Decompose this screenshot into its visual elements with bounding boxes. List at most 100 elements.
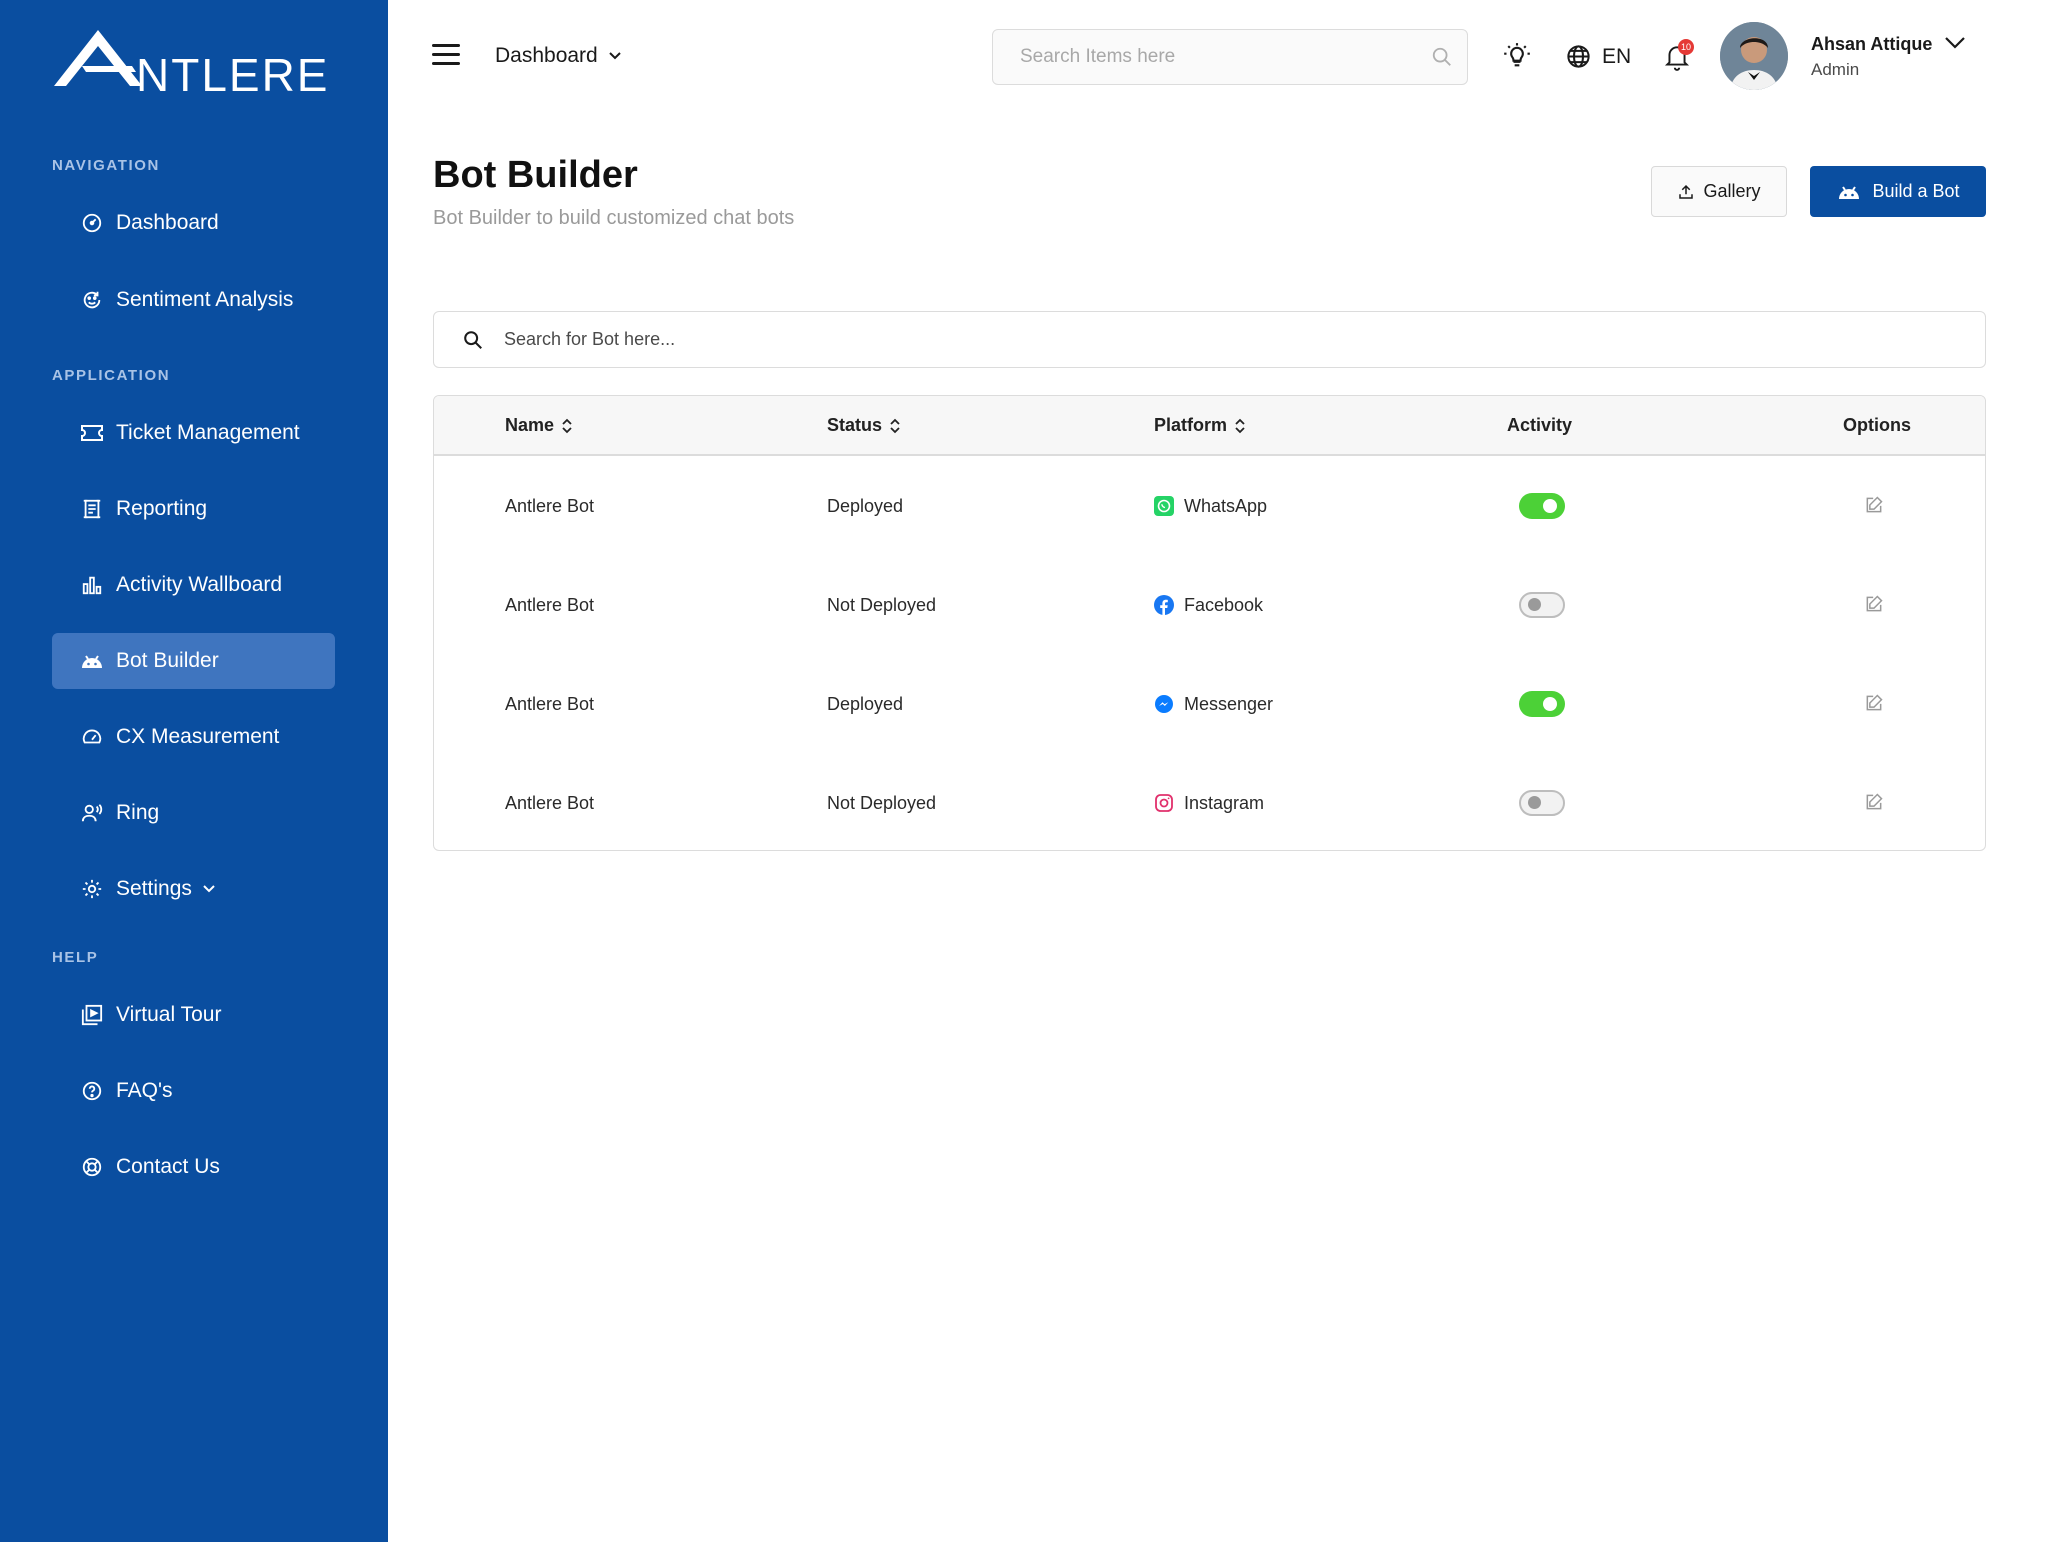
bot-status: Deployed: [827, 693, 904, 714]
table-row: Antlere Bot Deployed Messenger: [434, 655, 1985, 753]
smiley-refresh-icon: [80, 288, 104, 312]
activity-toggle[interactable]: [1519, 592, 1565, 618]
table-row: Antlere Bot Not Deployed Instagram: [434, 754, 1985, 850]
header-search-input[interactable]: [993, 30, 1467, 84]
bot-icon: [1836, 183, 1862, 201]
ticket-icon: [80, 421, 104, 445]
avatar[interactable]: [1720, 22, 1788, 90]
column-header-label: Name: [505, 415, 555, 435]
gallery-button[interactable]: Gallery: [1651, 166, 1787, 217]
gear-icon: [80, 877, 104, 901]
bar-chart-icon: [80, 573, 104, 597]
sidebar-item-activity-wallboard[interactable]: Activity Wallboard: [52, 557, 335, 613]
activity-toggle[interactable]: [1519, 790, 1565, 816]
sidebar-item-label: Dashboard: [116, 211, 219, 234]
column-header-label: Activity: [1507, 415, 1573, 435]
language-label: EN: [1602, 44, 1632, 68]
gallery-button-label: Gallery: [1703, 181, 1761, 201]
sidebar-item-label: CX Measurement: [116, 725, 280, 748]
bot-platform: Messenger: [1154, 655, 1273, 753]
sidebar-item-ticket-management[interactable]: Ticket Management: [52, 405, 335, 461]
lifebuoy-icon: [80, 1155, 104, 1179]
sidebar-item-label: Ticket Management: [116, 421, 300, 444]
play-icon: [80, 1003, 104, 1027]
column-header-label: Options: [1843, 415, 1911, 435]
sort-icon[interactable]: [1235, 418, 1245, 434]
edit-icon[interactable]: [1864, 693, 1884, 718]
sidebar-item-label: Contact Us: [116, 1155, 220, 1178]
page-title: Bot Builder: [433, 154, 638, 196]
chevron-down-icon: [608, 51, 622, 61]
bot-search-input[interactable]: [504, 312, 1964, 367]
sidebar-item-faqs[interactable]: FAQ's: [52, 1063, 335, 1119]
instagram-icon: [1154, 793, 1174, 813]
build-a-bot-button-label: Build a Bot: [1872, 181, 1960, 201]
sidebar-item-settings[interactable]: Settings: [52, 861, 335, 917]
table-row: Antlere Bot Deployed WhatsApp: [434, 457, 1985, 555]
bots-table: Name Status Platform Activity Options An…: [433, 395, 1986, 851]
table-row: Antlere Bot Not Deployed Facebook: [434, 556, 1985, 654]
sort-icon[interactable]: [562, 418, 572, 434]
logo-text: NTLERE: [136, 49, 330, 101]
activity-toggle[interactable]: [1519, 691, 1565, 717]
sidebar-item-cx-measurement[interactable]: CX Measurement: [52, 709, 335, 765]
column-header-name[interactable]: Name: [505, 415, 572, 436]
sidebar-item-label: Sentiment Analysis: [116, 288, 294, 311]
user-name: Ahsan Attique: [1811, 34, 1933, 54]
sidebar-item-ring[interactable]: Ring: [52, 785, 335, 841]
dashboard-dropdown[interactable]: Dashboard: [495, 44, 622, 68]
question-icon: [80, 1079, 104, 1103]
notifications-button[interactable]: 10: [1664, 39, 1694, 71]
upload-icon: [1677, 183, 1695, 201]
bot-status: Not Deployed: [827, 594, 937, 615]
edit-icon[interactable]: [1864, 495, 1884, 520]
edit-icon[interactable]: [1864, 792, 1884, 817]
edit-icon[interactable]: [1864, 594, 1884, 619]
sidebar-item-dashboard[interactable]: Dashboard: [52, 195, 335, 251]
platform-label: Instagram: [1184, 792, 1265, 813]
antlere-logo[interactable]: NTLERE: [52, 26, 342, 101]
globe-icon: [1565, 43, 1592, 70]
column-header-options: Options: [1843, 415, 1911, 436]
search-icon[interactable]: [462, 329, 484, 356]
column-header-activity: Activity: [1507, 415, 1572, 436]
platform-label: Facebook: [1184, 594, 1264, 615]
bot-status: Deployed: [827, 495, 904, 516]
bot-search: [433, 311, 1986, 368]
bot-platform: WhatsApp: [1154, 457, 1267, 555]
column-header-platform[interactable]: Platform: [1154, 415, 1245, 436]
sidebar-item-reporting[interactable]: Reporting: [52, 481, 335, 537]
section-label-help: HELP: [52, 949, 99, 966]
sidebar-item-sentiment-analysis[interactable]: Sentiment Analysis: [52, 272, 335, 328]
header-search: [992, 29, 1468, 85]
avatar-person-icon: [1720, 22, 1788, 90]
search-icon[interactable]: [1431, 46, 1453, 73]
sidebar-item-virtual-tour[interactable]: Virtual Tour: [52, 987, 335, 1043]
sidebar: NTLERE NAVIGATION Dashboard Sentiment An…: [0, 0, 388, 1542]
speedometer-icon: [80, 211, 104, 235]
activity-toggle[interactable]: [1519, 493, 1565, 519]
sidebar-item-label: Virtual Tour: [116, 1003, 222, 1026]
sidebar-item-contact-us[interactable]: Contact Us: [52, 1139, 335, 1195]
language-selector[interactable]: EN: [1565, 43, 1631, 70]
hamburger-menu-icon[interactable]: [432, 44, 460, 68]
sidebar-item-bot-builder[interactable]: Bot Builder: [52, 633, 335, 689]
build-a-bot-button[interactable]: Build a Bot: [1810, 166, 1986, 217]
bot-name: Antlere Bot: [505, 594, 595, 615]
gauge-icon: [80, 725, 104, 749]
platform-label: WhatsApp: [1184, 495, 1268, 516]
whatsapp-icon: [1154, 496, 1174, 516]
column-header-status[interactable]: Status: [827, 415, 900, 436]
sidebar-item-label: FAQ's: [116, 1079, 173, 1102]
sidebar-item-label: Settings: [116, 877, 192, 900]
sort-icon[interactable]: [890, 418, 900, 434]
user-menu-chevron-down-icon[interactable]: [1944, 36, 1966, 55]
bot-status: Not Deployed: [827, 792, 937, 813]
theme-toggle-lightbulb-icon[interactable]: [1503, 42, 1531, 70]
page-subtitle: Bot Builder to build customized chat bot…: [433, 207, 795, 229]
user-role: Admin: [1811, 60, 1860, 79]
section-label-application: APPLICATION: [52, 367, 171, 384]
bot-name: Antlere Bot: [505, 495, 595, 516]
column-header-label: Status: [827, 415, 883, 435]
dashboard-dropdown-label: Dashboard: [495, 44, 598, 67]
